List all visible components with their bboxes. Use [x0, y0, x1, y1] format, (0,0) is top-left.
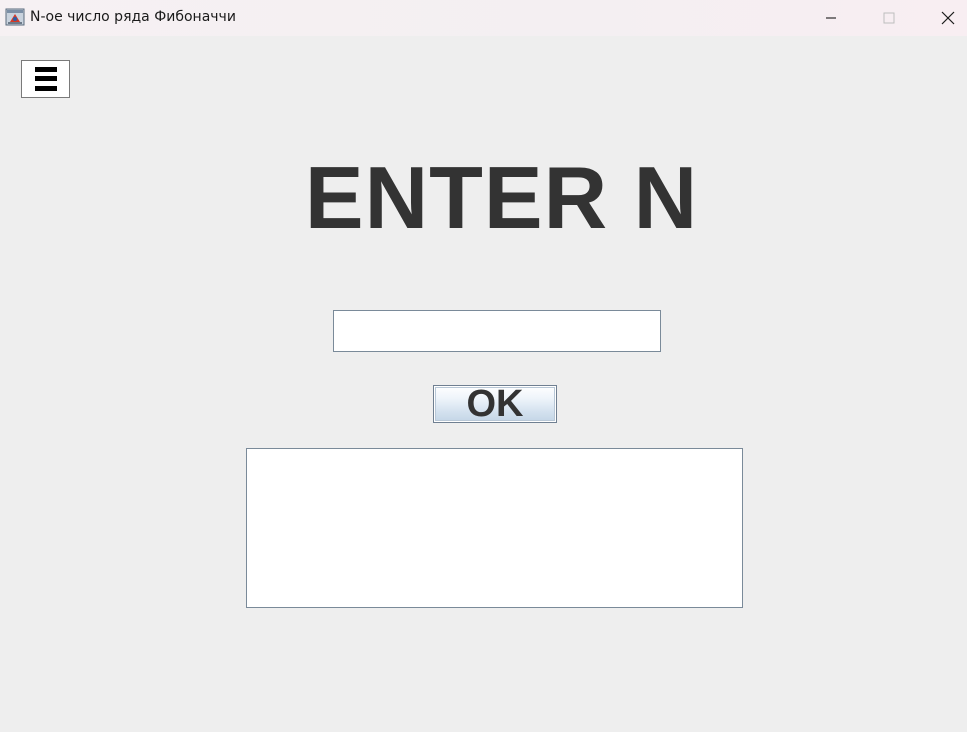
n-input[interactable] [333, 310, 661, 352]
hamburger-bar [35, 86, 57, 91]
title-bar[interactable]: N-ое число ряда Фибоначчи [0, 0, 967, 36]
maximize-button[interactable] [866, 0, 912, 36]
hamburger-bar [35, 67, 57, 72]
app-window: N-ое число ряда Фибоначчи ENTER N OK [0, 0, 967, 732]
minimize-button[interactable] [808, 0, 854, 36]
close-icon [941, 11, 955, 25]
close-button[interactable] [925, 0, 967, 36]
window-title: N-ое число ряда Фибоначчи [30, 9, 236, 25]
hamburger-bar [35, 76, 57, 81]
result-output[interactable] [246, 448, 743, 608]
maximize-icon [883, 12, 895, 24]
java-app-icon [5, 8, 25, 26]
minimize-icon [826, 17, 836, 19]
page-title: ENTER N [304, 148, 699, 247]
ok-button[interactable]: OK [433, 385, 557, 423]
menu-button[interactable] [21, 60, 70, 98]
